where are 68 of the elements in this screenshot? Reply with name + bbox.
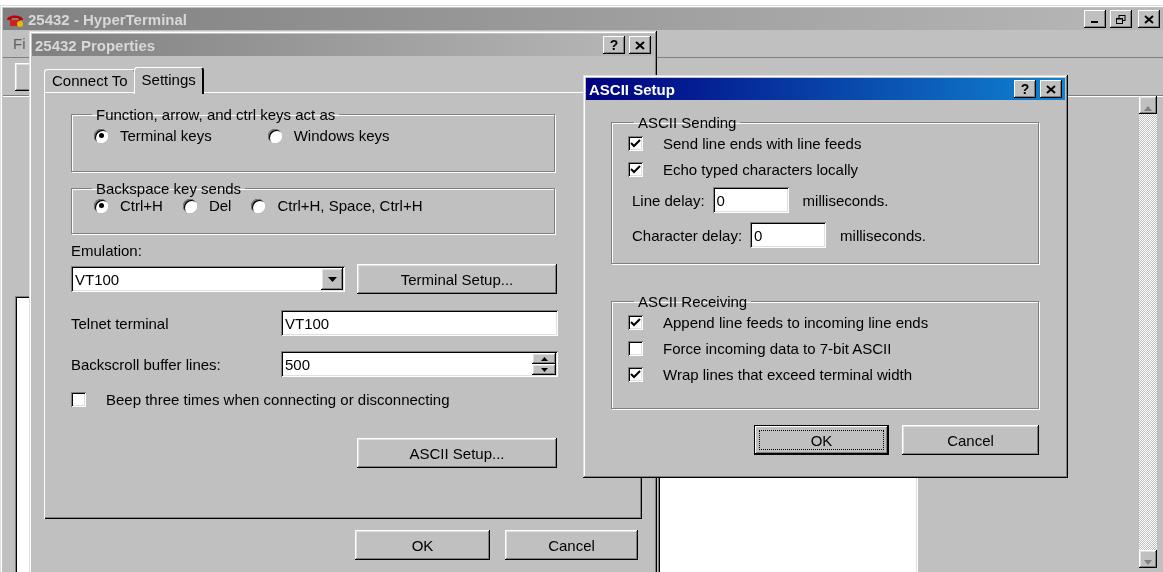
window-title: 25432 - HyperTerminal bbox=[28, 10, 188, 28]
radio-button[interactable] bbox=[251, 198, 266, 213]
dialog-button[interactable]: OK bbox=[355, 530, 490, 560]
group-title: Backspace key sends bbox=[95, 180, 243, 197]
down-arrow-icon bbox=[540, 367, 548, 372]
restore-icon bbox=[1116, 14, 1126, 24]
radio-button[interactable] bbox=[267, 128, 282, 143]
checkbox[interactable] bbox=[71, 392, 86, 407]
radio-label[interactable]: Ctrl+H bbox=[120, 197, 163, 214]
checkmark-icon bbox=[630, 139, 641, 148]
spin-buttons[interactable] bbox=[532, 353, 556, 375]
checkbox-label[interactable]: Wrap lines that exceed terminal width bbox=[663, 366, 912, 383]
window-title: ASCII Setup bbox=[589, 80, 676, 98]
spin-field[interactable]: 500 bbox=[281, 351, 558, 377]
radio-label[interactable]: Ctrl+H, Space, Ctrl+H bbox=[277, 197, 423, 214]
text-field[interactable]: VT100 bbox=[281, 310, 558, 336]
radio-button[interactable] bbox=[94, 198, 108, 213]
checkbox[interactable] bbox=[628, 136, 643, 151]
field-label: Character delay: bbox=[632, 226, 743, 244]
down-arrow-icon bbox=[1144, 559, 1152, 565]
dropdown[interactable]: VT100 bbox=[71, 266, 345, 292]
dialog-button[interactable]: Cancel bbox=[902, 425, 1039, 455]
radio-label[interactable]: Del bbox=[208, 197, 232, 214]
dialog-button[interactable]: ASCII Setup... bbox=[357, 438, 557, 468]
radio-button[interactable] bbox=[94, 128, 108, 143]
scroll-down-button[interactable] bbox=[1139, 550, 1157, 568]
close-button[interactable] bbox=[1040, 80, 1062, 98]
close-icon bbox=[1144, 14, 1154, 24]
up-arrow-icon bbox=[1144, 105, 1152, 111]
text-field[interactable]: 0 bbox=[750, 222, 827, 248]
field-label: Backscroll buffer lines: bbox=[71, 355, 222, 373]
checkmark-icon bbox=[630, 370, 641, 379]
group-title: ASCII Sending bbox=[637, 114, 738, 131]
group-title: ASCII Receiving bbox=[637, 293, 749, 310]
help-button[interactable]: ? bbox=[1014, 80, 1036, 98]
checkmark-icon bbox=[630, 165, 641, 174]
checkbox[interactable] bbox=[628, 315, 643, 330]
checkbox-label[interactable]: Append line feeds to incoming line ends bbox=[663, 314, 929, 331]
default-button[interactable]: OK bbox=[754, 425, 889, 455]
close-icon bbox=[1046, 84, 1056, 94]
tab[interactable]: Settings bbox=[133, 67, 204, 94]
radio-label[interactable]: Windows keys bbox=[293, 127, 390, 144]
close-icon bbox=[635, 40, 645, 50]
checkbox-label[interactable]: Echo typed characters locally bbox=[663, 161, 859, 178]
group-title: Function, arrow, and ctrl keys act as bbox=[95, 106, 337, 123]
tab[interactable]: Connect To bbox=[44, 69, 136, 92]
unit-label: milliseconds. bbox=[802, 191, 889, 209]
field-label: Emulation: bbox=[71, 242, 143, 261]
checkbox[interactable] bbox=[628, 162, 643, 177]
field-label: Line delay: bbox=[632, 191, 705, 209]
dialog-button[interactable]: Terminal Setup... bbox=[357, 264, 557, 294]
up-arrow-icon bbox=[540, 356, 548, 361]
text-field[interactable]: 0 bbox=[712, 187, 789, 213]
scroll-up-button[interactable] bbox=[1139, 96, 1157, 114]
checkbox-label[interactable]: Beep three times when connecting or disconnecting bbox=[106, 391, 450, 408]
unit-label: milliseconds. bbox=[840, 226, 926, 244]
dropdown-button[interactable] bbox=[321, 268, 343, 290]
checkbox-label[interactable]: Send line ends with line feeds bbox=[663, 135, 862, 152]
caret-icon bbox=[327, 276, 337, 282]
field-label: Telnet terminal bbox=[71, 314, 170, 332]
radio-label[interactable]: Terminal keys bbox=[120, 127, 212, 144]
checkmark-icon bbox=[630, 318, 641, 327]
checkbox-label[interactable]: Force incoming data to 7-bit ASCII bbox=[663, 340, 892, 357]
dialog-button[interactable]: Cancel bbox=[505, 530, 638, 560]
radio-button[interactable] bbox=[182, 198, 197, 213]
checkbox[interactable] bbox=[628, 367, 643, 382]
checkbox[interactable] bbox=[628, 341, 643, 356]
window-title: 25432 Properties bbox=[35, 36, 157, 54]
